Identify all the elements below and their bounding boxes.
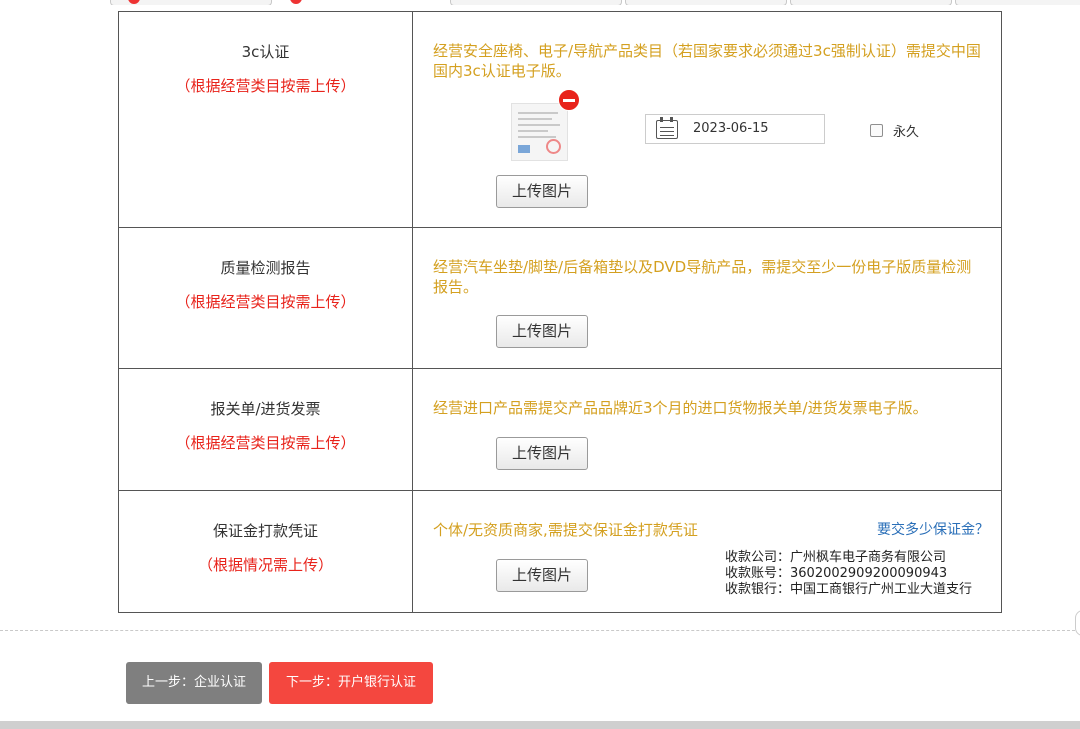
- row-note: （根据经营类目按需上传）: [175, 293, 356, 311]
- table-row: 3c认证 （根据经营类目按需上传） 经营安全座椅、电子/导航产品类目（若国家要求…: [118, 11, 1002, 228]
- row-note: （根据情况需上传）: [197, 556, 333, 574]
- row-note: （根据经营类目按需上传）: [175, 434, 356, 452]
- row-label-cell: 保证金打款凭证 （根据情况需上传）: [118, 490, 413, 613]
- upload-image-button[interactable]: 上传图片: [496, 315, 588, 348]
- next-step-button[interactable]: 下一步：开户银行认证: [269, 662, 433, 704]
- calendar-icon[interactable]: [656, 117, 678, 139]
- upload-image-button[interactable]: 上传图片: [496, 559, 588, 592]
- section-divider: [0, 630, 1080, 631]
- row-content-cell: 经营汽车坐垫/脚垫/后备箱垫以及DVD导航产品，需提交至少一份电子版质量检测报告…: [412, 227, 1002, 369]
- row-title: 报关单/进货发票: [210, 400, 321, 418]
- row-content-cell: 经营安全座椅、电子/导航产品类目（若国家要求必须通过3c强制认证）需提交中国国内…: [412, 11, 1002, 228]
- row-label-cell: 3c认证 （根据经营类目按需上传）: [118, 11, 413, 228]
- tab-fragment[interactable]: [625, 0, 787, 5]
- row-content-cell: 个体/无资质商家,需提交保证金打款凭证 要交多少保证金？ 收款公司：广州枫车电子…: [412, 490, 1002, 613]
- payee-info: 收款公司：广州枫车电子商务有限公司 收款账号：36020029092000909…: [725, 550, 972, 598]
- row-title: 3c认证: [241, 43, 290, 61]
- row-label-cell: 质量检测报告 （根据经营类目按需上传）: [118, 227, 413, 369]
- table-row: 报关单/进货发票 （根据经营类目按需上传） 经营进口产品需提交产品品牌近3个月的…: [118, 368, 1002, 491]
- expiry-date-value: 2023-06-15: [693, 121, 769, 136]
- row-label-cell: 报关单/进货发票 （根据经营类目按需上传）: [118, 368, 413, 491]
- qualification-table: 3c认证 （根据经营类目按需上传） 经营安全座椅、电子/导航产品类目（若国家要求…: [118, 11, 1002, 613]
- prev-step-button[interactable]: 上一步：企业认证: [126, 662, 262, 704]
- tab-fragment[interactable]: [790, 0, 952, 5]
- table-row: 质量检测报告 （根据经营类目按需上传） 经营汽车坐垫/脚垫/后备箱垫以及DVD导…: [118, 227, 1002, 369]
- row-content-cell: 经营进口产品需提交产品品牌近3个月的进口货物报关单/进货发票电子版。 上传图片: [412, 368, 1002, 491]
- side-scroll-handle[interactable]: [1075, 610, 1080, 636]
- payee-account: 收款账号：3602002909200090943: [725, 566, 948, 581]
- permanent-checkbox[interactable]: 永久: [870, 121, 919, 140]
- row-title: 质量检测报告: [220, 259, 311, 277]
- permanent-label: 永久: [893, 125, 920, 140]
- browser-tab-strip: [0, 0, 1080, 5]
- tab-fragment[interactable]: [450, 0, 622, 5]
- upload-image-button[interactable]: 上传图片: [496, 437, 588, 470]
- remove-icon[interactable]: [558, 89, 580, 111]
- expiry-date-field[interactable]: 2023-06-15: [645, 114, 825, 144]
- row-note: （根据经营类目按需上传）: [175, 77, 356, 95]
- tab-favicon-icon: [290, 0, 302, 4]
- row-description: 经营安全座椅、电子/导航产品类目（若国家要求必须通过3c强制认证）需提交中国国内…: [433, 42, 981, 80]
- checkbox-box[interactable]: [870, 124, 883, 137]
- tab-fragment[interactable]: [955, 0, 1080, 5]
- uploaded-certificate-thumbnail[interactable]: [511, 103, 568, 161]
- payee-company: 收款公司：广州枫车电子商务有限公司: [725, 550, 947, 565]
- upload-image-button[interactable]: 上传图片: [496, 175, 588, 208]
- row-title: 保证金打款凭证: [212, 522, 318, 540]
- row-description: 经营汽车坐垫/脚垫/后备箱垫以及DVD导航产品，需提交至少一份电子版质量检测报告…: [433, 258, 972, 296]
- table-row: 保证金打款凭证 （根据情况需上传） 个体/无资质商家,需提交保证金打款凭证 要交…: [118, 490, 1002, 613]
- horizontal-scrollbar[interactable]: [0, 721, 1080, 729]
- deposit-amount-link[interactable]: 要交多少保证金？: [877, 519, 989, 539]
- payee-bank: 收款银行：中国工商银行广州工业大道支行: [725, 582, 973, 597]
- row-description: 经营进口产品需提交产品品牌近3个月的进口货物报关单/进货发票电子版。: [433, 399, 928, 417]
